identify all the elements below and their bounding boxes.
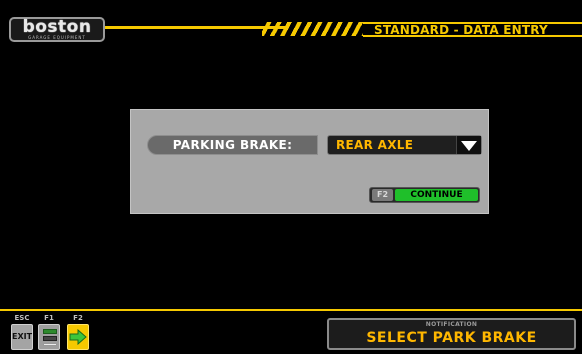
exit-button[interactable]: EXIT bbox=[11, 324, 33, 350]
exit-label: EXIT bbox=[12, 332, 33, 341]
notification-panel: NOTIFICATION SELECT PARK BRAKE bbox=[327, 318, 576, 350]
f2-key-label: F2 bbox=[73, 314, 83, 322]
header-accent-line bbox=[105, 26, 285, 29]
notification-label: NOTIFICATION bbox=[425, 321, 478, 328]
continue-label: CONTINUE bbox=[395, 189, 478, 201]
parking-brake-select[interactable]: REAR AXLE bbox=[327, 135, 482, 155]
esc-key-label: ESC bbox=[14, 314, 30, 322]
chevron-down-icon bbox=[461, 141, 477, 151]
dropdown-toggle[interactable] bbox=[456, 136, 481, 154]
f1-keyboard-button[interactable] bbox=[38, 324, 60, 350]
f2-next-button[interactable] bbox=[67, 324, 89, 350]
app-window: boston GARAGE EQUIPMENT STANDARD - DATA … bbox=[0, 0, 582, 354]
continue-shortcut-key: F2 bbox=[372, 189, 393, 201]
continue-button[interactable]: F2 CONTINUE bbox=[369, 187, 480, 203]
notification-text: SELECT PARK BRAKE bbox=[366, 330, 537, 346]
page-title: STANDARD - DATA ENTRY bbox=[374, 23, 548, 37]
boston-logo: boston GARAGE EQUIPMENT bbox=[9, 17, 105, 42]
parking-brake-label: PARKING BRAKE: bbox=[147, 135, 318, 155]
logo-wordmark: boston bbox=[22, 17, 92, 37]
f1-key-label: F1 bbox=[44, 314, 54, 322]
arrow-right-icon bbox=[69, 329, 87, 345]
parking-brake-value: REAR AXLE bbox=[336, 138, 414, 152]
footer-accent-line bbox=[0, 309, 582, 311]
header-stripes bbox=[262, 22, 366, 36]
